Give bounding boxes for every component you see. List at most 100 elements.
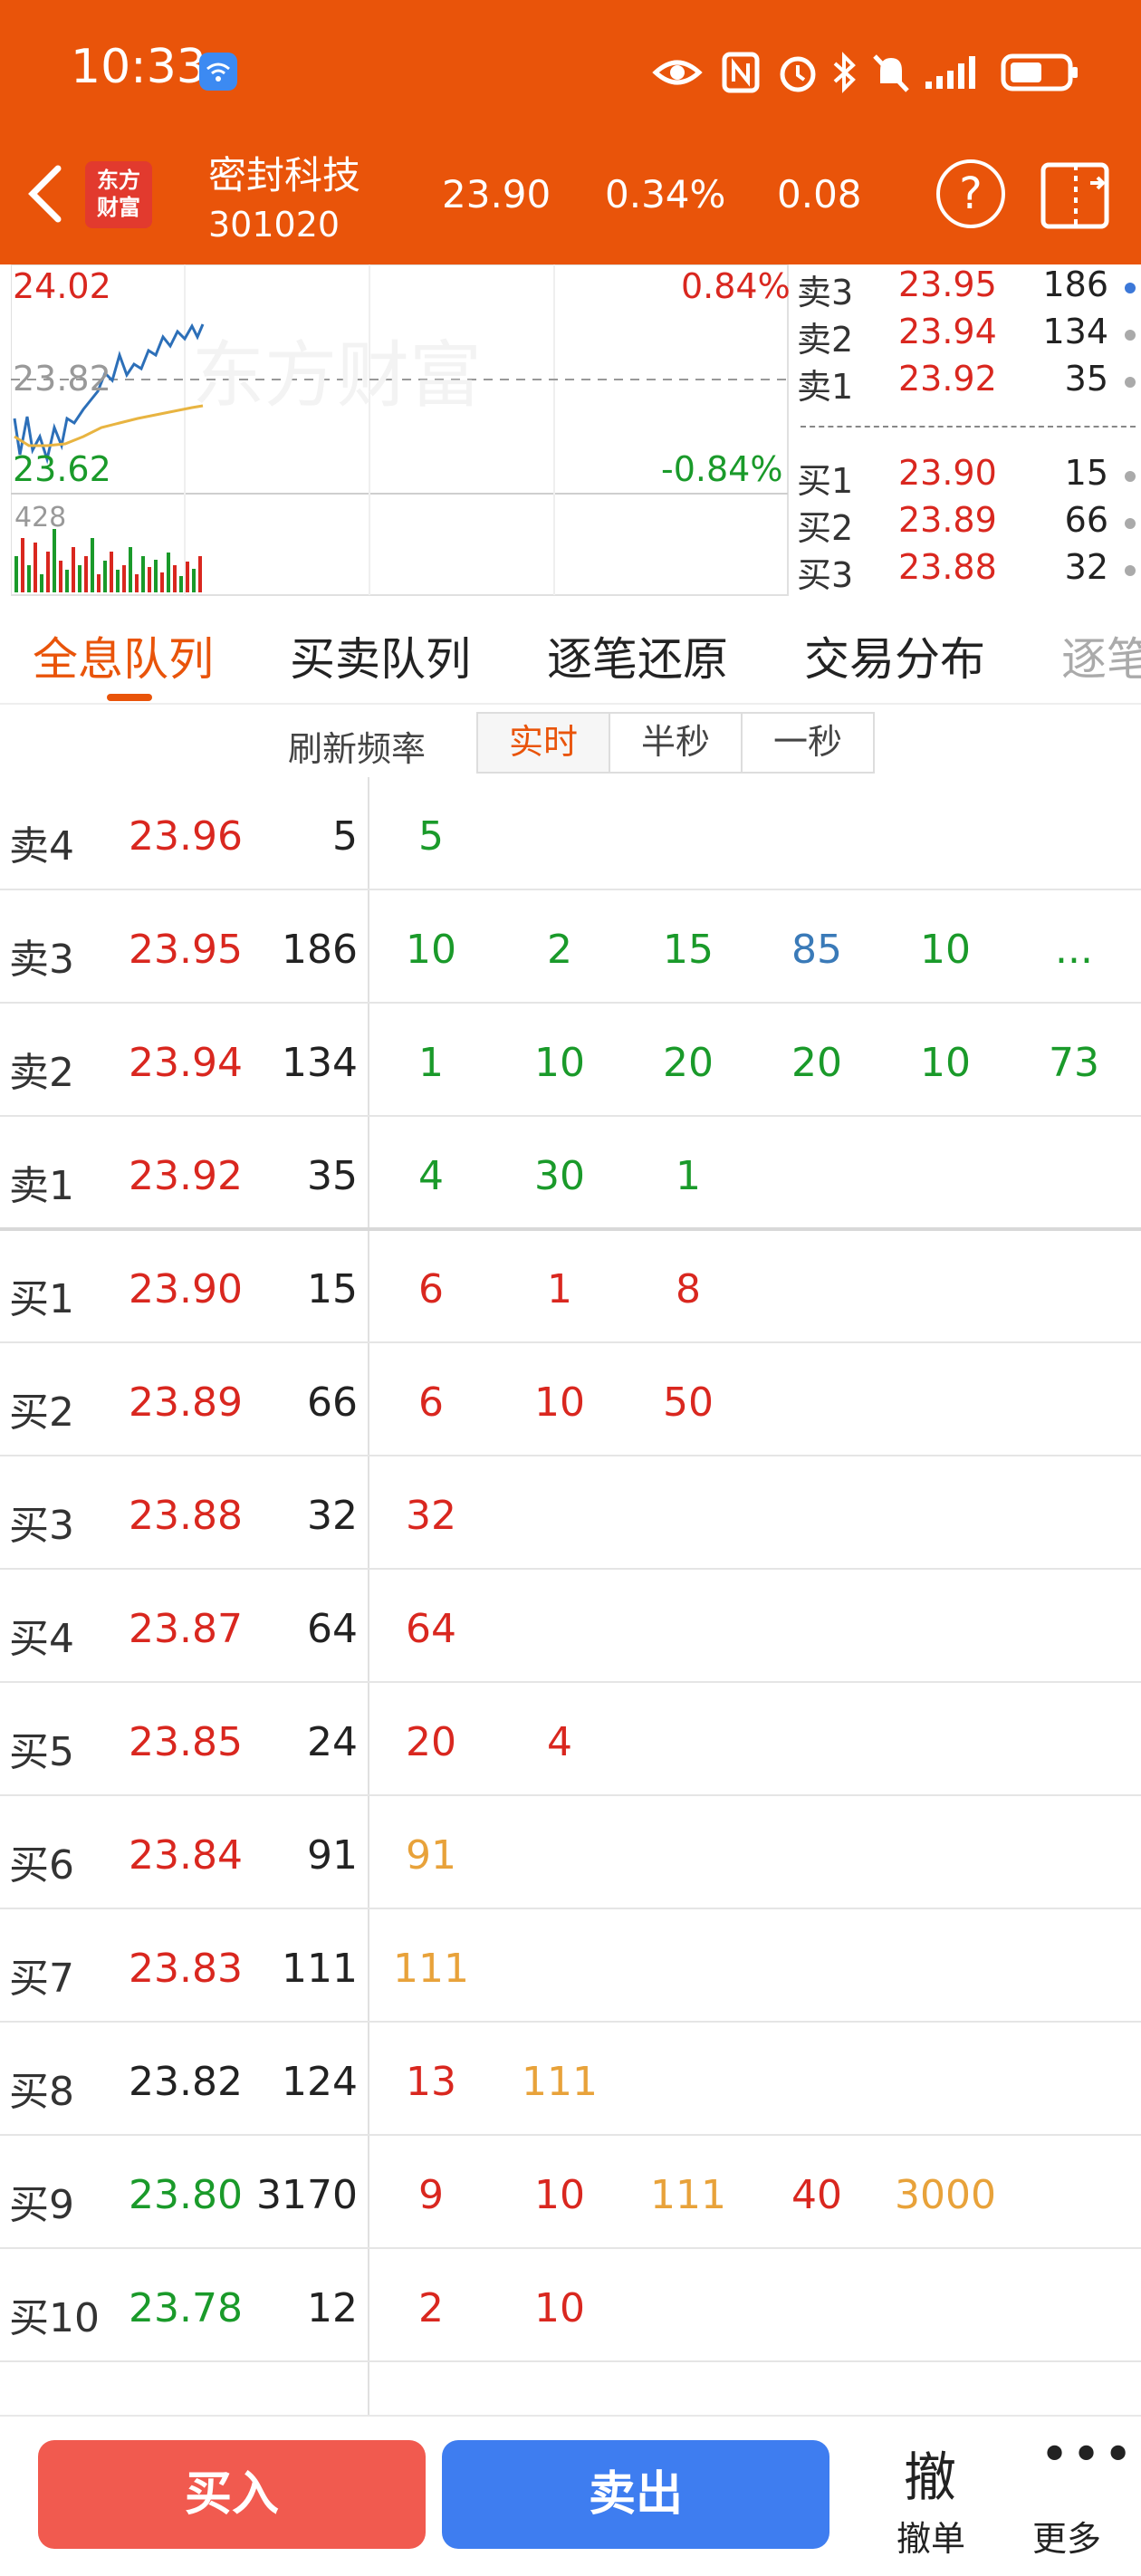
cancel-order-icon[interactable]: 撤 — [904, 2435, 956, 2511]
queue-row[interactable]: 卖1 23.92 35 4 30 1 — [0, 1117, 1141, 1230]
queue-price: 23.82 — [129, 2059, 243, 2105]
queue-order-cell: 1 — [418, 1040, 444, 1086]
queue-level: 买10 — [9, 2295, 100, 2341]
queue-order-cell: 5 — [418, 813, 444, 860]
queue-level: 买6 — [9, 1842, 74, 1889]
depth-level: 卖1 — [797, 367, 854, 407]
more-icon[interactable]: ••• — [1040, 2426, 1135, 2485]
queue-row[interactable]: 买6 23.84 91 91 — [0, 1796, 1141, 1909]
queue-order-cell: 4 — [418, 1153, 444, 1199]
queue-row[interactable]: 买8 23.82 124 13 111 — [0, 2023, 1141, 2136]
queue-order-cell: 73 — [1049, 1040, 1099, 1086]
queue-row[interactable]: 卖3 23.95 186 10 2 15 85 10... — [0, 890, 1141, 1004]
queue-row[interactable]: 买3 23.88 32 32 — [0, 1456, 1141, 1570]
chart-high-pct: 0.84% — [681, 266, 791, 306]
depth-row: 卖3 23.95 186 — [797, 264, 1141, 312]
queue-row[interactable]: 买9 23.80 3170 9 10 111 40 3000 — [0, 2136, 1141, 2249]
more-label[interactable]: 更多 — [1032, 2511, 1101, 2561]
depth-row: 买1 23.90 15 — [797, 453, 1141, 501]
queue-price: 23.89 — [129, 1379, 243, 1426]
queue-price: 23.94 — [129, 1040, 243, 1086]
order-queue-table[interactable]: 卖4 23.96 5 5 卖3 23.95 186 10 2 15 85 10... 卖2 23.94 13… — [0, 777, 1141, 2415]
queue-total: 124 — [282, 2059, 358, 2105]
volume-bar — [103, 561, 107, 592]
volume-bar — [27, 565, 31, 592]
depth-price: 23.90 — [898, 453, 997, 493]
queue-price: 23.88 — [129, 1493, 243, 1539]
chart-low-price: 23.62 — [13, 449, 111, 489]
queue-price: 23.78 — [129, 2285, 243, 2331]
app-root: 10:33 东方 财富 密封科技 301020 23.90 0.34% 0.08… — [0, 0, 1141, 2576]
refresh-rate-label: 刷新频率 — [288, 729, 427, 769]
queue-row[interactable]: 卖2 23.94 134 1 10 20 20 10 73 — [0, 1004, 1141, 1117]
chart-high-price: 24.02 — [13, 266, 111, 306]
depth-volume: 32 — [1064, 547, 1108, 587]
queue-total: 24 — [307, 1719, 358, 1765]
queue-row[interactable]: 买2 23.89 66 6 10 50 — [0, 1343, 1141, 1456]
queue-price: 23.85 — [129, 1719, 243, 1765]
queue-row[interactable]: 卖4 23.96 5 5 — [0, 777, 1141, 890]
back-icon[interactable] — [22, 161, 72, 226]
depth-row: 买2 23.89 66 — [797, 500, 1141, 548]
volume-bar — [116, 570, 120, 592]
cancel-order-label[interactable]: 撤单 — [896, 2511, 965, 2561]
queue-order-cell: 3000 — [895, 2172, 996, 2218]
volume-bar — [46, 552, 50, 592]
queue-total: 64 — [307, 1606, 358, 1652]
volume-bar — [110, 552, 113, 592]
depth-level: 买1 — [797, 461, 854, 501]
refresh-half-second-button[interactable]: 半秒 — [609, 712, 743, 774]
depth-level: 卖3 — [797, 273, 854, 312]
help-icon[interactable]: ? — [936, 159, 1005, 228]
depth-price: 23.94 — [898, 312, 997, 351]
mini-chart-area: 东方财富 24.02 23.82 23.62 0.84% -0.84% 428 … — [0, 264, 1141, 596]
current-price: 23.90 — [442, 172, 551, 216]
tab-tick-partial[interactable]: 逐笔 — [1061, 623, 1141, 688]
tab-buy-sell-queue[interactable]: 买卖队列 — [290, 623, 471, 688]
app-header: 10:33 东方 财富 密封科技 301020 23.90 0.34% 0.08… — [0, 0, 1141, 264]
queue-level: 买8 — [9, 2069, 74, 2115]
volume-bar — [97, 574, 101, 592]
queue-price: 23.96 — [129, 813, 243, 860]
queue-total: 3170 — [256, 2172, 358, 2218]
queue-order-cell: 2 — [547, 927, 572, 973]
queue-row[interactable]: 买5 23.85 24 20 4 — [0, 1683, 1141, 1796]
buy-button[interactable]: 买入 — [38, 2440, 426, 2549]
svg-text:东方财富: 东方财富 — [192, 333, 482, 418]
queue-total: 35 — [307, 1153, 358, 1199]
stock-name[interactable]: 密封科技 — [208, 145, 360, 200]
refresh-realtime-button[interactable]: 实时 — [476, 712, 610, 774]
queue-total: 111 — [282, 1946, 358, 1992]
volume-bar — [91, 538, 94, 592]
queue-order-cell: 20 — [406, 1719, 456, 1765]
volume-bar — [53, 529, 56, 592]
tab-trade-distribution[interactable]: 交易分布 — [804, 623, 985, 688]
queue-total: 5 — [332, 813, 358, 860]
volume-bar — [148, 567, 151, 592]
depth-row: 卖1 23.92 35 — [797, 359, 1141, 407]
split-panel-icon[interactable] — [1040, 159, 1116, 232]
queue-row[interactable]: 买7 23.83 111 111 — [0, 1909, 1141, 2023]
queue-order-cell: 6 — [418, 1379, 444, 1426]
depth-row: 卖2 23.94 134 — [797, 312, 1141, 360]
tab-full-queue[interactable]: 全息队列 — [33, 623, 214, 688]
queue-level: 买9 — [9, 2182, 74, 2228]
queue-order-cell: 30 — [534, 1153, 585, 1199]
nfc-icon — [722, 52, 760, 93]
volume-bar — [65, 570, 69, 592]
volume-bar — [135, 574, 139, 592]
queue-order-cell: ... — [1055, 927, 1093, 973]
queue-level: 买5 — [9, 1729, 74, 1775]
sell-button[interactable]: 卖出 — [442, 2440, 829, 2549]
queue-total: 15 — [307, 1266, 358, 1312]
queue-total: 134 — [282, 1040, 358, 1086]
tab-tick-restore[interactable]: 逐笔还原 — [547, 623, 728, 688]
refresh-one-second-button[interactable]: 一秒 — [741, 712, 875, 774]
intraday-chart[interactable]: 东方财富 24.02 23.82 23.62 0.84% -0.84% 428 — [11, 264, 791, 596]
price-change: 0.08 — [777, 172, 862, 216]
queue-row[interactable]: 买10 23.78 12 2 10 — [0, 2249, 1141, 2362]
depth-volume: 66 — [1064, 500, 1108, 540]
depth-price: 23.92 — [898, 359, 997, 399]
queue-row[interactable]: 买4 23.87 64 64 — [0, 1570, 1141, 1683]
queue-row[interactable]: 买1 23.90 15 6 1 8 — [0, 1230, 1141, 1343]
